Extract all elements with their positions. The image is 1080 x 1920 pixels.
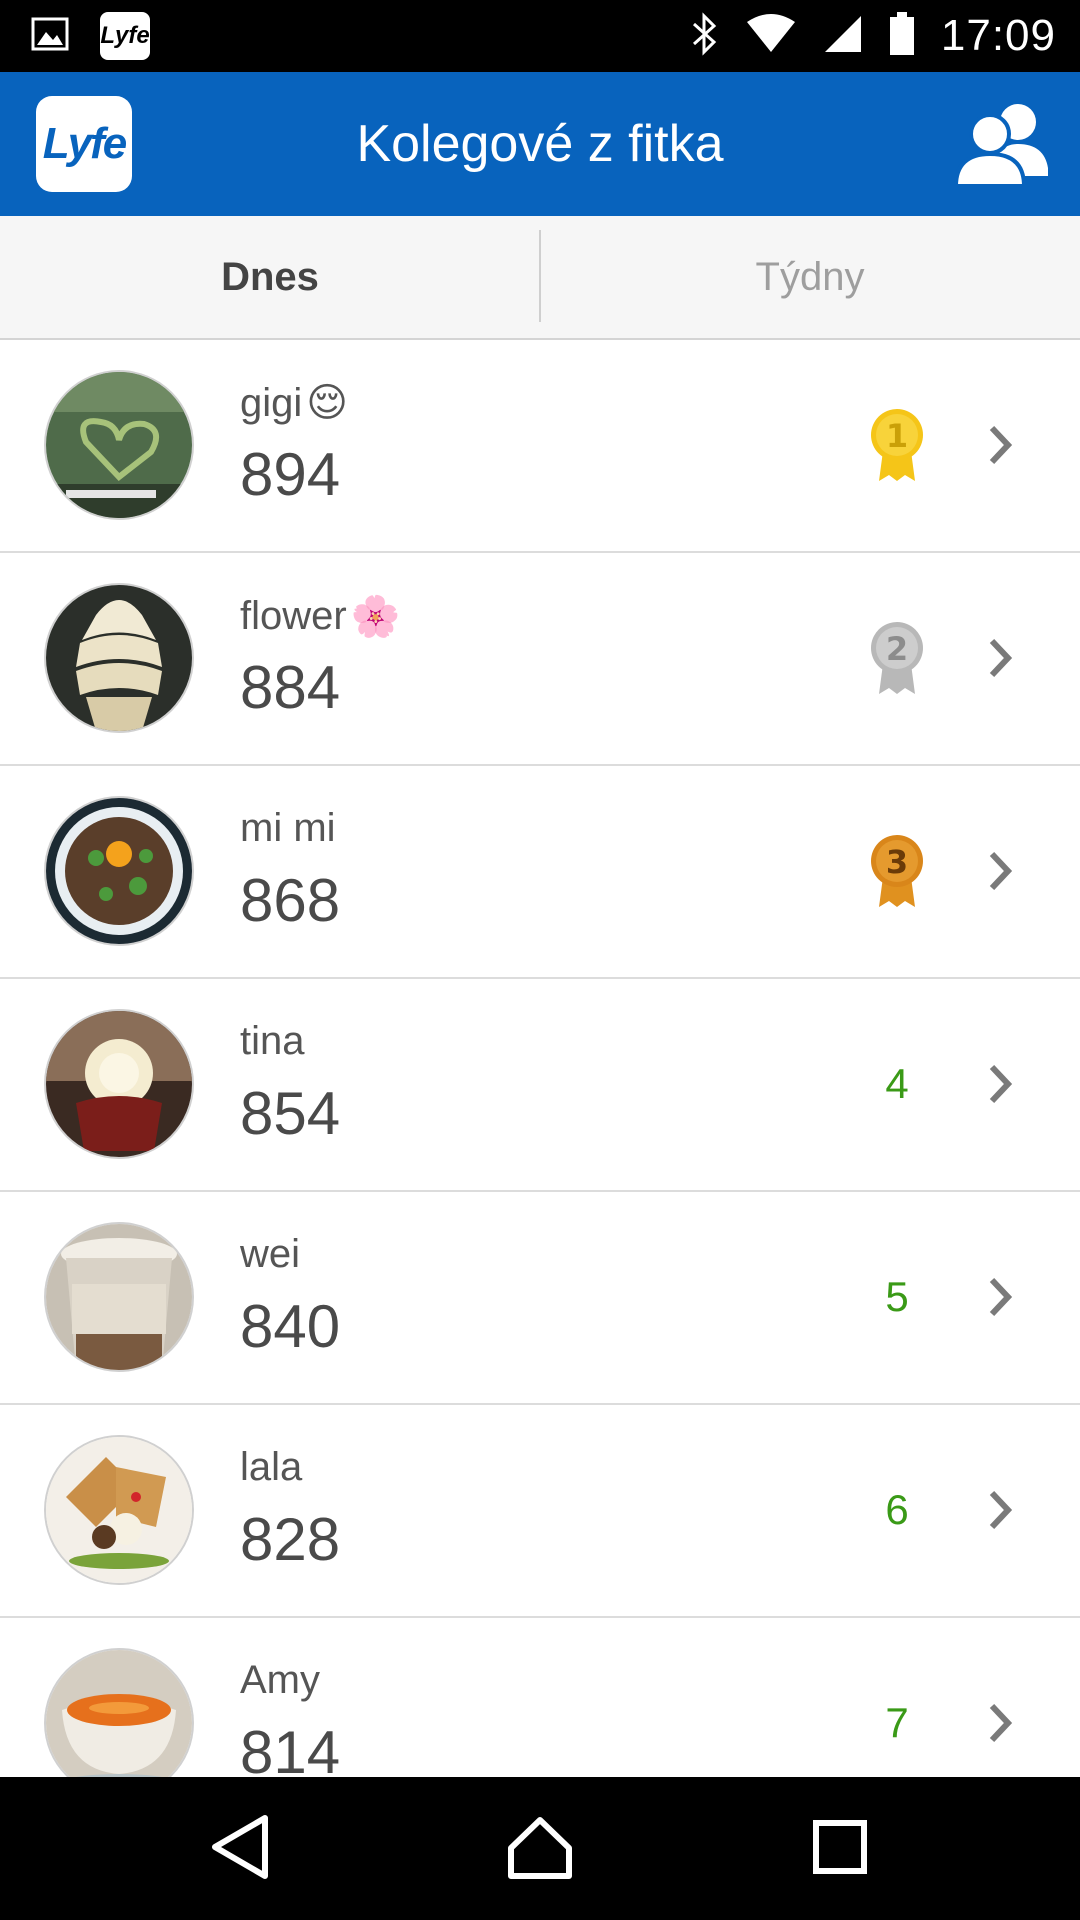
user-score: 868: [240, 867, 341, 934]
user-name: wei: [240, 1232, 300, 1277]
user-name: lala: [240, 1445, 302, 1490]
user-name-text: tina: [240, 1019, 305, 1063]
leaderboard-row[interactable]: Amy 814 7: [0, 1618, 1080, 1777]
user-name-text: flower: [240, 594, 347, 638]
rank-number: 4: [860, 1039, 934, 1129]
avatar: [46, 798, 192, 944]
chevron-right-icon[interactable]: [980, 635, 1020, 681]
status-bar-system: 17:09: [689, 0, 1056, 72]
app-logo[interactable]: Lyfe: [36, 96, 132, 192]
chevron-right-icon[interactable]: [980, 1061, 1020, 1107]
user-score: 814: [240, 1719, 341, 1777]
chevron-right-icon[interactable]: [980, 1274, 1020, 1320]
user-name: Amy: [240, 1658, 320, 1703]
friends-icon: [952, 96, 1052, 193]
cherry-blossom-emoji-icon: 🌸: [350, 595, 401, 639]
back-icon: [209, 1814, 271, 1885]
rank-number: 6: [860, 1465, 934, 1555]
user-name-text: lala: [240, 1445, 303, 1489]
status-time: 17:09: [940, 11, 1056, 60]
avatar: [46, 1650, 192, 1777]
app-logo-text: Lyfe: [42, 119, 127, 168]
wifi-icon: [745, 13, 797, 59]
status-bar: Lyfe 17:09: [0, 0, 1080, 72]
page-title: Kolegové z fitka: [356, 115, 724, 173]
rank-value: 6: [885, 1486, 909, 1533]
signal-icon: [823, 14, 863, 59]
chevron-right-icon[interactable]: [980, 422, 1020, 468]
tab-dnes[interactable]: Dnes: [0, 216, 540, 338]
leaderboard-row[interactable]: lala 828 6: [0, 1405, 1080, 1618]
rank-number: 5: [860, 1252, 934, 1342]
tab-tydny[interactable]: Týdny: [540, 216, 1080, 338]
leaderboard-row[interactable]: mi mi 868 3: [0, 766, 1080, 979]
lyfe-notification-label: Lyfe: [100, 22, 150, 49]
user-name-text: wei: [240, 1232, 301, 1276]
user-score: 828: [240, 1506, 341, 1573]
app-bar: Lyfe Kolegové z fitka: [0, 72, 1080, 216]
chevron-right-icon[interactable]: [980, 848, 1020, 894]
user-score: 854: [240, 1080, 341, 1147]
silver-medal-icon: 2: [860, 613, 934, 703]
user-score: 840: [240, 1293, 341, 1360]
medal-rank: 1: [886, 417, 908, 455]
user-score: 884: [240, 654, 341, 721]
back-button[interactable]: [198, 1807, 282, 1891]
bluetooth-icon: [689, 11, 719, 61]
rank-value: 7: [885, 1699, 909, 1746]
leaderboard-row[interactable]: tina 854 4: [0, 979, 1080, 1192]
chevron-right-icon[interactable]: [980, 1700, 1020, 1746]
friends-button[interactable]: [952, 94, 1052, 194]
status-bar-notifications: Lyfe: [30, 12, 150, 60]
avatar: [46, 372, 192, 518]
user-name-text: gigi: [240, 380, 303, 425]
leaderboard-row[interactable]: flower 🌸 884 2: [0, 553, 1080, 766]
lyfe-notification-icon: Lyfe: [100, 12, 150, 60]
leaderboard-list: gigi 😌 894 1 flower 🌸 884 2 mi mi 868 3 …: [0, 340, 1080, 1777]
home-button[interactable]: [498, 1807, 582, 1891]
period-tabs: Dnes Týdny: [0, 216, 1080, 340]
avatar: [46, 1011, 192, 1157]
avatar: [46, 1224, 192, 1370]
user-name: tina: [240, 1019, 305, 1064]
leaderboard-row[interactable]: wei 840 5: [0, 1192, 1080, 1405]
home-icon: [507, 1814, 573, 1885]
gold-medal-icon: 1: [860, 400, 934, 490]
bronze-medal-icon: 3: [860, 826, 934, 916]
user-score: 894: [240, 441, 341, 508]
leaderboard-row[interactable]: gigi 😌 894 1: [0, 340, 1080, 553]
battery-icon: [889, 11, 915, 61]
chevron-right-icon[interactable]: [980, 1487, 1020, 1533]
user-name-text: Amy: [240, 1658, 320, 1702]
medal-rank: 2: [886, 630, 908, 668]
user-name: mi mi: [240, 806, 336, 851]
recents-icon: [811, 1818, 869, 1881]
system-nav-bar: [0, 1777, 1080, 1920]
user-name: flower 🌸: [240, 593, 401, 640]
avatar: [46, 585, 192, 731]
rank-number: 7: [860, 1678, 934, 1768]
medal-rank: 3: [886, 843, 908, 881]
relieved-emoji-icon: 😌: [306, 381, 348, 425]
rank-value: 4: [885, 1060, 909, 1107]
avatar: [46, 1437, 192, 1583]
rank-value: 5: [885, 1273, 909, 1320]
app-screen: Lyfe 17:09 Lyfe Kolegové z fitka Dnes Tý…: [0, 0, 1080, 1920]
image-notification-icon: [30, 14, 70, 59]
recents-button[interactable]: [798, 1807, 882, 1891]
tab-divider: [539, 230, 541, 322]
user-name: gigi 😌: [240, 380, 348, 426]
user-name-text: mi mi: [240, 806, 336, 850]
